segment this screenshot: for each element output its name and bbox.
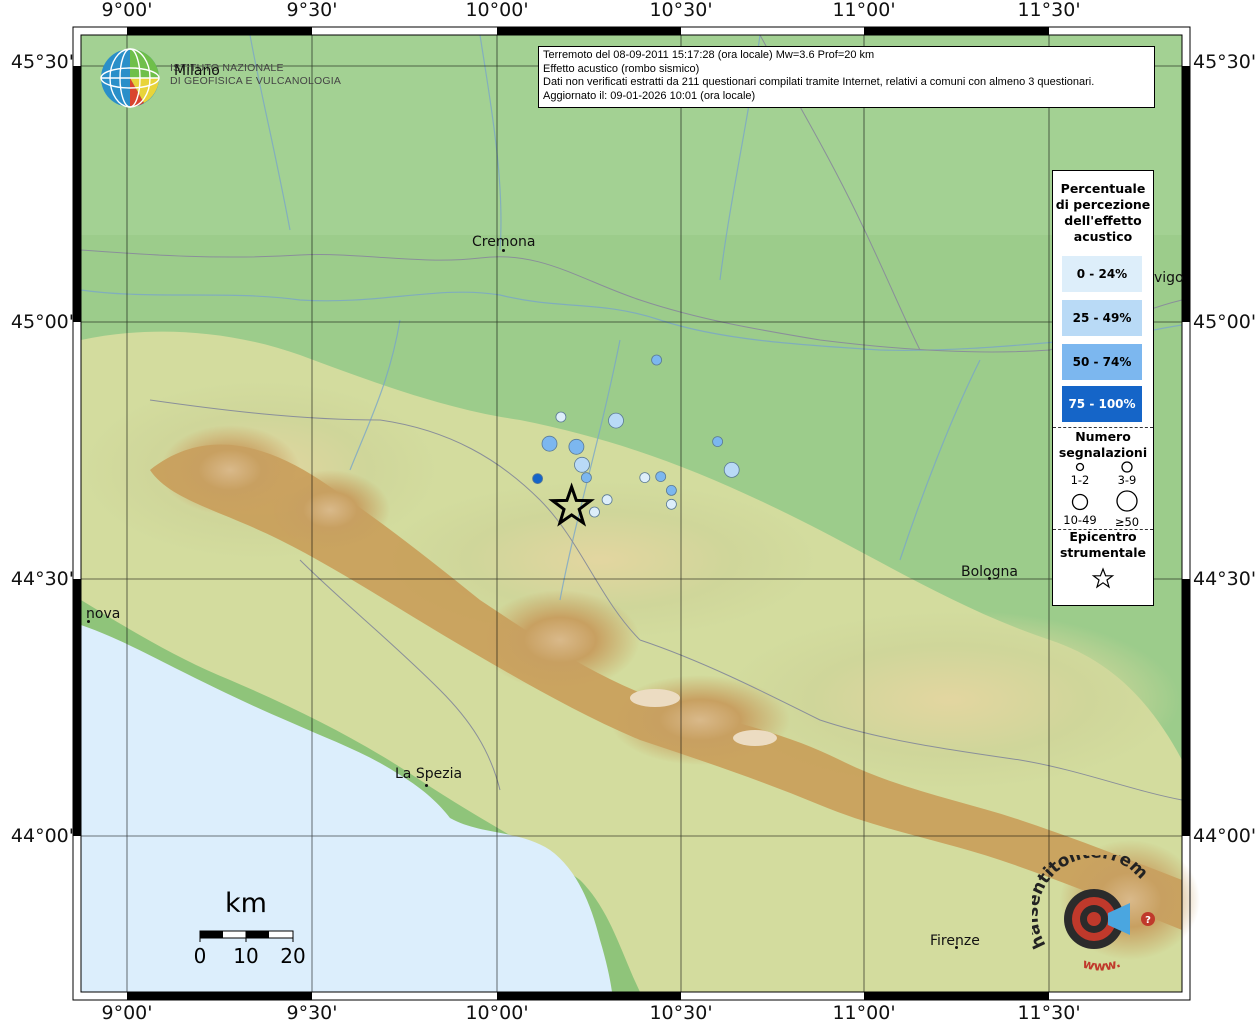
- mountain-area: [610, 675, 790, 765]
- legend-size-label: 1-2: [1070, 473, 1090, 487]
- observation-point[interactable]: [568, 438, 585, 455]
- site-logo-url: www.: [1081, 956, 1123, 975]
- longitude-label: 9°00': [101, 1002, 153, 1024]
- event-info-line: Aggiornato il: 09-01-2026 10:01 (ora loc…: [543, 89, 756, 102]
- observation-point[interactable]: [712, 436, 723, 448]
- scale-tick-label: 10: [233, 944, 259, 968]
- longitude-label: 10°00': [465, 0, 529, 21]
- longitude-label: 11°30': [1017, 0, 1081, 21]
- observation-point[interactable]: [532, 473, 543, 485]
- scale-unit: km: [225, 888, 267, 919]
- scale-tick-label: 0: [193, 944, 207, 968]
- event-info-line: Effetto acustico (rombo sismico): [543, 62, 700, 75]
- longitude-label: 9°00': [101, 0, 153, 21]
- peak-area: [630, 689, 680, 707]
- observation-point[interactable]: [639, 472, 651, 484]
- longitude-label: 11°00': [832, 0, 896, 21]
- legend-divider: [1053, 427, 1153, 428]
- observation-point[interactable]: [723, 461, 740, 478]
- observation-point[interactable]: [651, 354, 662, 366]
- peak-area: [733, 730, 777, 746]
- city-label-rovigo: vigo: [1154, 270, 1184, 286]
- city-marker: [425, 784, 428, 787]
- legend-panel: Percentuale di percezione dell'effetto a…: [1052, 170, 1154, 606]
- latitude-label: 44°00': [10, 825, 74, 847]
- city-marker: [955, 946, 958, 949]
- observation-point[interactable]: [555, 411, 567, 423]
- observation-point[interactable]: [608, 412, 624, 429]
- legend-size-symbols: [1071, 461, 1138, 512]
- latitude-label: 45°30': [1193, 51, 1256, 73]
- city-marker: [988, 577, 991, 580]
- legend-title-line: acustico: [1073, 229, 1133, 244]
- svg-text:?: ?: [1145, 915, 1151, 926]
- city-label-genova: nova: [86, 606, 121, 622]
- legend-class-75-100: 75 - 100%: [1062, 386, 1142, 422]
- latitude-label: 44°00': [1193, 825, 1256, 847]
- longitude-label: 9°30': [286, 0, 338, 21]
- city-marker: [87, 620, 90, 623]
- observation-point[interactable]: [589, 506, 600, 518]
- city-label-cremona: Cremona: [472, 234, 536, 250]
- ingv-logo: [100, 48, 160, 108]
- legend-title-line: Percentuale: [1060, 181, 1146, 196]
- legend-epicenter-title: Epicentro: [1069, 529, 1137, 544]
- observation-point[interactable]: [655, 471, 667, 483]
- scale-tick-label: 20: [280, 944, 306, 968]
- event-info-line: Dati non verificati estratti da 211 ques…: [543, 76, 1095, 88]
- legend-star-icon: [1091, 567, 1115, 589]
- observation-point[interactable]: [581, 472, 592, 484]
- longitude-label: 9°30': [286, 1002, 338, 1024]
- longitude-label: 11°00': [832, 1002, 896, 1024]
- legend-size-label: 10-49: [1063, 513, 1097, 527]
- legend-epicenter-title: strumentale: [1059, 545, 1147, 560]
- svg-text:www.: www.: [1081, 956, 1123, 975]
- longitude-label: 10°30': [649, 0, 713, 21]
- latitude-label: 45°00': [1193, 311, 1256, 333]
- legend-class-50-74: 50 - 74%: [1062, 344, 1142, 380]
- observation-point[interactable]: [601, 494, 613, 506]
- observation-point[interactable]: [574, 456, 590, 473]
- longitude-label: 10°30': [649, 1002, 713, 1024]
- legend-count-title: Numero: [1075, 429, 1131, 444]
- latitude-label: 45°30': [10, 51, 74, 73]
- legend-title-line: dell'effetto: [1064, 213, 1142, 228]
- observation-point[interactable]: [666, 498, 677, 510]
- legend-title-line: di percezione: [1055, 197, 1151, 212]
- latitude-label: 44°30': [1193, 568, 1256, 590]
- legend-class-25-49: 25 - 49%: [1062, 300, 1142, 336]
- mountain-area: [480, 590, 640, 690]
- longitude-label: 11°30': [1017, 1002, 1081, 1024]
- legend-size-label: 3-9: [1117, 473, 1137, 487]
- latitude-label: 45°00': [10, 311, 74, 333]
- event-info-line: Terremoto del 08-09-2011 15:17:28 (ora l…: [543, 49, 875, 61]
- mountain-area: [270, 470, 390, 550]
- city-label-milano: Milano: [174, 63, 220, 79]
- site-logo: haisentitoilterremoto.it www. ?: [1032, 855, 1155, 975]
- city-marker: [502, 249, 505, 252]
- legend-class-0-24: 0 - 24%: [1062, 256, 1142, 292]
- observation-point[interactable]: [666, 484, 677, 496]
- city-label-la-spezia: La Spezia: [395, 766, 463, 782]
- latitude-label: 44°30': [10, 568, 74, 590]
- event-info-box: Terremoto del 08-09-2011 15:17:28 (ora l…: [538, 46, 1155, 108]
- legend-size-label: ≥50: [1114, 515, 1140, 529]
- observation-point[interactable]: [541, 435, 558, 452]
- longitude-label: 10°00': [465, 1002, 529, 1024]
